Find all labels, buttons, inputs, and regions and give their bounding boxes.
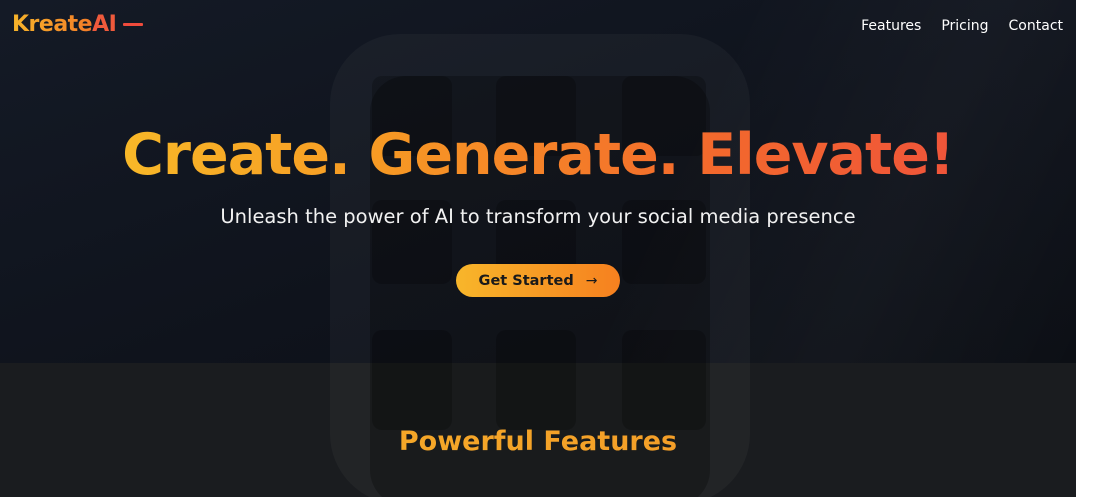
nav-item-features[interactable]: Features [861, 18, 921, 34]
landing-page: Kreate AI Features Pricing Contact Create… [0, 0, 1076, 497]
top-nav: Features Pricing Contact [861, 18, 1063, 34]
hero-subheadline: Unleash the power of AI to transform you… [220, 205, 856, 228]
nav-item-contact[interactable]: Contact [1009, 18, 1063, 34]
get-started-label: Get Started [478, 272, 574, 289]
brand-dash-icon [123, 23, 144, 26]
get-started-button[interactable]: Get Started → [456, 264, 620, 297]
brand-name-part2: AI [92, 12, 117, 37]
page-edge [1076, 0, 1100, 497]
nav-item-pricing[interactable]: Pricing [941, 18, 988, 34]
arrow-right-icon: → [585, 272, 598, 289]
brand-logo[interactable]: Kreate AI [12, 12, 144, 37]
brand-name-part1: Kreate [12, 12, 93, 37]
hero-headline: Create. Generate. Elevate! [0, 120, 1076, 190]
features-title: Powerful Features [0, 426, 1076, 457]
